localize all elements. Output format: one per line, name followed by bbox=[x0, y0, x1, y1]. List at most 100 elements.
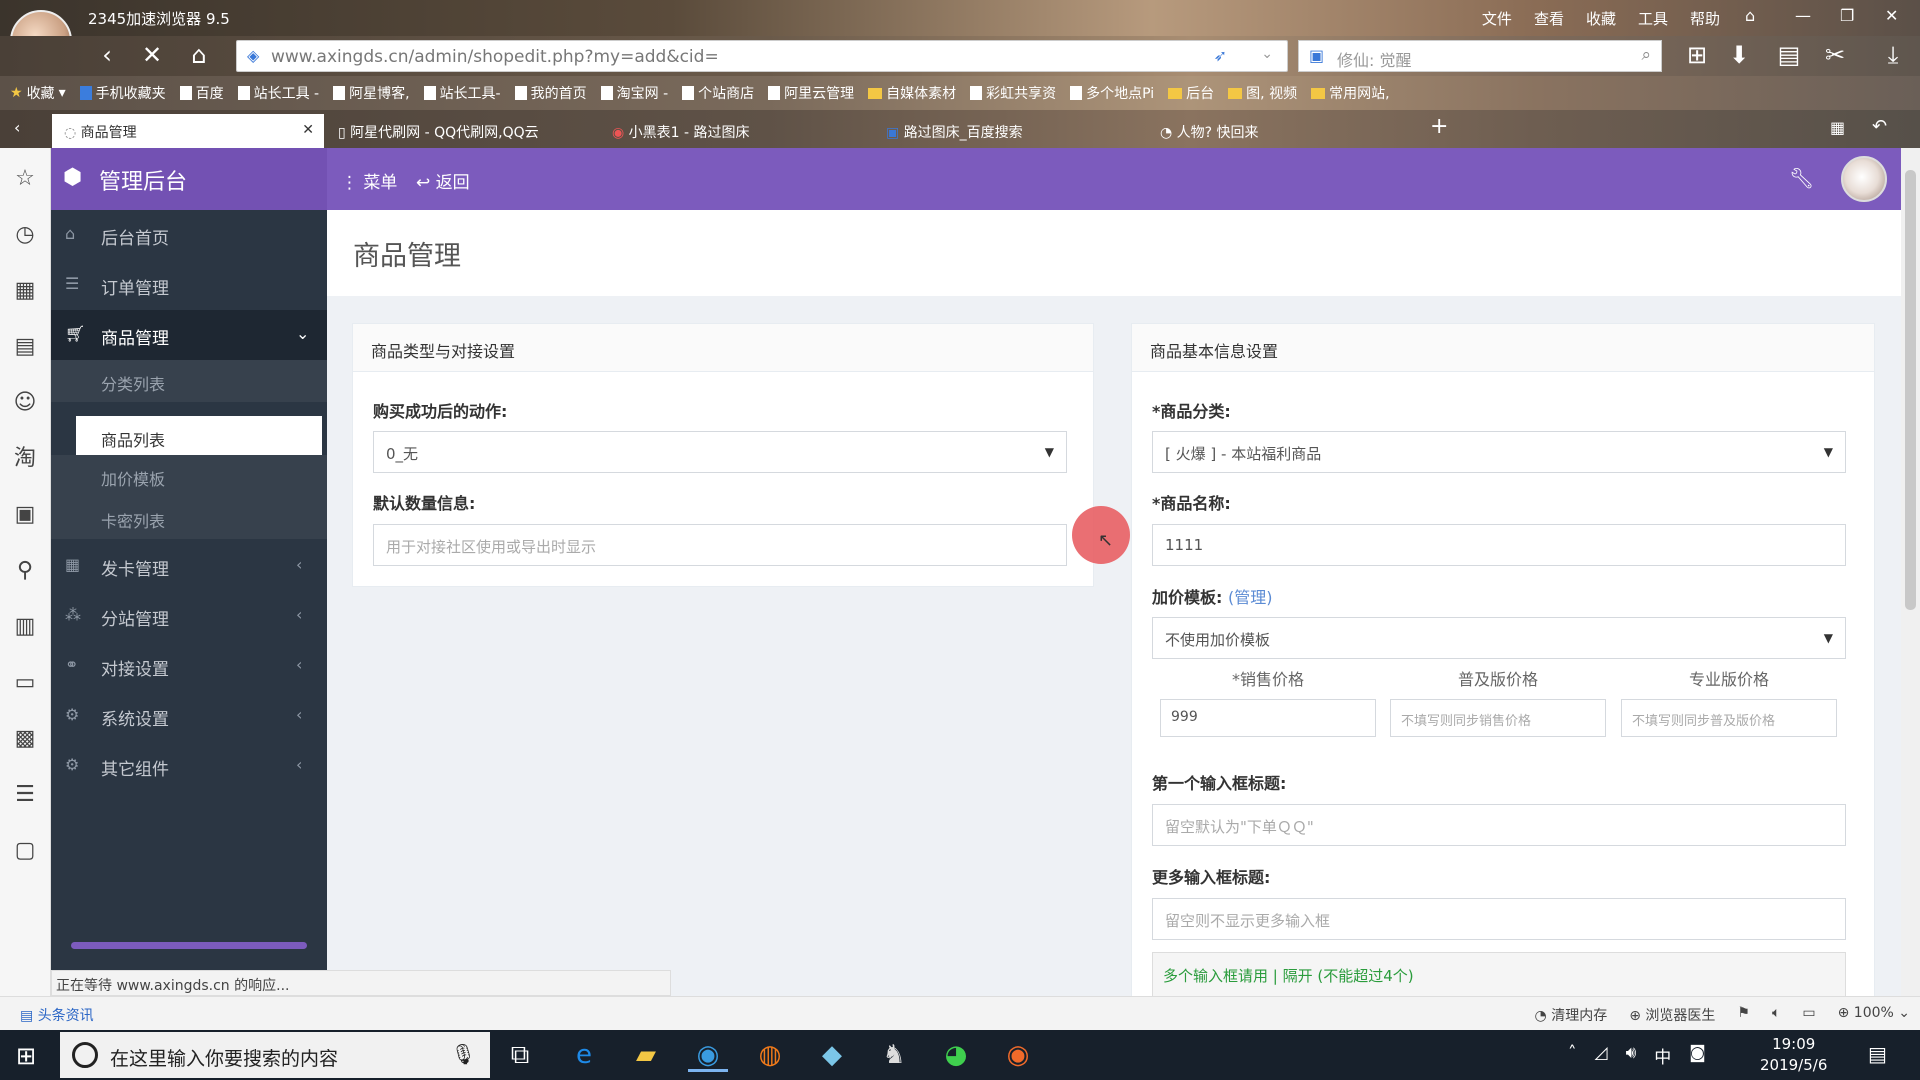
sidebar-sub-categories[interactable]: 分类列表 bbox=[51, 360, 327, 402]
address-bar[interactable]: ◈ www.axingds.cn/admin/shopedit.php?my=a… bbox=[236, 40, 1288, 72]
bookmark-item[interactable]: 阿星博客, bbox=[333, 83, 410, 103]
sidebar-sub-cards[interactable]: 卡密列表 bbox=[51, 497, 327, 539]
sidebar-item-substations[interactable]: ⁂ 分站管理 ‹ bbox=[51, 591, 327, 641]
scissors-icon[interactable]: ✂ bbox=[1818, 40, 1852, 72]
tab[interactable]: ◔ 人物? 快回来 bbox=[1148, 114, 1420, 148]
calculator-icon[interactable]: ▩ bbox=[10, 724, 40, 754]
bookmark-folder[interactable]: 常用网站, bbox=[1311, 83, 1390, 103]
undo-close-icon[interactable]: ↶ bbox=[1872, 116, 1887, 137]
history-icon[interactable]: ◷ bbox=[10, 220, 40, 250]
name-input[interactable]: 1111 bbox=[1152, 524, 1846, 566]
bookmark-item[interactable]: 阿里云管理 bbox=[768, 83, 854, 103]
monitor-icon[interactable]: ▭ bbox=[10, 668, 40, 698]
menu-button[interactable]: ⋮ 菜单 bbox=[341, 168, 397, 193]
minimize-icon[interactable]: — bbox=[1795, 6, 1811, 25]
bookmark-folder[interactable]: 自媒体素材 bbox=[868, 83, 956, 103]
close-window-icon[interactable]: ✕ bbox=[1885, 6, 1898, 25]
chat-icon[interactable]: ☺ bbox=[10, 388, 40, 418]
action-select[interactable]: 0_无 ▼ bbox=[373, 431, 1067, 473]
clean-memory-button[interactable]: ◔ 清理内存 bbox=[1535, 1005, 1608, 1025]
app-tablet-icon[interactable]: ◆ bbox=[812, 1038, 852, 1072]
screen-icon[interactable]: ▭ bbox=[1802, 1005, 1815, 1025]
chevron-up-icon[interactable]: ˄ bbox=[1568, 1043, 1577, 1068]
gamepad-icon[interactable]: ⚲ bbox=[10, 556, 40, 586]
app-recorder-icon[interactable]: ◉ bbox=[998, 1038, 1038, 1072]
download-arrow-icon[interactable]: ⬇ bbox=[1722, 40, 1756, 72]
bookmark-folder[interactable]: 后台 bbox=[1168, 83, 1214, 103]
pro-price-input[interactable]: 不填写则同步普及版价格 bbox=[1621, 699, 1837, 737]
wechat-icon[interactable]: ◕ bbox=[936, 1038, 976, 1072]
browser-doctor-button[interactable]: ⊕ 浏览器医生 bbox=[1629, 1005, 1715, 1025]
volume-icon[interactable]: 🔈︎ bbox=[1772, 1005, 1780, 1025]
tab[interactable]: ▯ 阿星代刷网 - QQ代刷网,QQ云 bbox=[326, 114, 598, 148]
clock[interactable]: 19:09 2019/5/6 bbox=[1760, 1034, 1827, 1076]
sidebar-sub-products[interactable]: 商品列表 bbox=[76, 416, 322, 456]
bookmark-item[interactable]: 个站商店 bbox=[682, 83, 754, 103]
search-box[interactable]: ▣ 修仙: 觉醒 ⌕ bbox=[1298, 40, 1662, 72]
bookmark-folder[interactable]: 图, 视频 bbox=[1228, 83, 1297, 103]
home-icon[interactable]: ⌂ bbox=[182, 40, 216, 72]
windows-start-icon[interactable]: ⊞ bbox=[16, 1042, 36, 1070]
bookmark-favorites[interactable]: ★ 收藏 ▾ bbox=[10, 83, 66, 103]
task-view-icon[interactable]: ⧉ bbox=[500, 1038, 540, 1072]
menu-tools[interactable]: 工具 bbox=[1638, 8, 1668, 29]
taobao-icon[interactable]: 淘 bbox=[10, 444, 40, 474]
tab-list-icon[interactable]: ▦ bbox=[1830, 118, 1845, 137]
video-icon[interactable]: ▥ bbox=[10, 612, 40, 642]
back-button[interactable]: ↩ 返回 bbox=[416, 168, 470, 193]
file-explorer-icon[interactable]: ▰ bbox=[626, 1038, 666, 1072]
scrollbar-thumb[interactable] bbox=[1905, 170, 1916, 610]
sidebar-item-orders[interactable]: ☰ 订单管理 bbox=[51, 260, 327, 310]
edge-icon[interactable]: e bbox=[564, 1038, 604, 1072]
chevron-down-icon[interactable]: ⌄ bbox=[1261, 46, 1273, 62]
news-button[interactable]: ▤ 头条资讯 bbox=[20, 1005, 94, 1025]
reader-icon[interactable]: ▤ bbox=[1772, 40, 1806, 72]
sidebar-item-system[interactable]: ⚙ 系统设置 ‹ bbox=[51, 691, 327, 741]
downloads-icon[interactable]: ⤓ bbox=[1876, 40, 1910, 72]
tab[interactable]: ▣ 路过图床_百度搜索 bbox=[874, 114, 1146, 148]
markup-manage-link[interactable]: (管理) bbox=[1228, 588, 1273, 607]
menu-file[interactable]: 文件 bbox=[1482, 8, 1512, 29]
wrench-icon[interactable]: 🔧︎ bbox=[1789, 166, 1814, 190]
ime-indicator[interactable]: 中 bbox=[1654, 1043, 1671, 1068]
sidebar-item-docking[interactable]: ⚭ 对接设置 ‹ bbox=[51, 641, 327, 691]
speed-icon[interactable]: ➶ bbox=[1214, 46, 1227, 65]
tab-scroll-left-icon[interactable]: ‹ bbox=[14, 118, 20, 137]
bookmark-item[interactable]: 站长工具 - bbox=[237, 83, 319, 103]
tab[interactable]: ◉ 小黑表1 - 路过图床 bbox=[600, 114, 872, 148]
menu-favorites[interactable]: 收藏 bbox=[1586, 8, 1616, 29]
sidebar-item-components[interactable]: ⚙ 其它组件 ‹ bbox=[51, 741, 327, 791]
category-select[interactable]: [ 火爆 ] - 本站福利商品 ▼ bbox=[1152, 431, 1846, 473]
page-scrollbar[interactable] bbox=[1901, 148, 1920, 996]
sidebar-item-products[interactable]: 🛒︎ 商品管理 ⌄ bbox=[51, 310, 327, 360]
bookmark-item[interactable]: 百度 bbox=[179, 83, 224, 103]
admin-avatar[interactable] bbox=[1841, 156, 1887, 202]
search-icon[interactable]: ⌕ bbox=[1641, 45, 1651, 65]
firefox-icon[interactable]: ◍ bbox=[750, 1038, 790, 1072]
taskbar-search[interactable]: 在这里输入你要搜索的内容 🎙︎ bbox=[60, 1032, 490, 1078]
bookmark-item[interactable]: 手机收藏夹 bbox=[79, 83, 166, 103]
star-icon[interactable]: ☆ bbox=[10, 164, 40, 194]
more-input-field[interactable]: 留空则不显示更多输入框 bbox=[1152, 898, 1846, 940]
apps-icon[interactable]: ⊞ bbox=[1680, 40, 1714, 72]
markup-select[interactable]: 不使用加价模板 ▼ bbox=[1152, 617, 1846, 659]
bookmark-item[interactable]: 多个地点Pi bbox=[1070, 83, 1154, 103]
bookmark-item[interactable]: 我的首页 bbox=[514, 83, 587, 103]
desktop-icon[interactable]: ▢ bbox=[10, 836, 40, 866]
bookmark-item[interactable]: 淘宝网 - bbox=[600, 83, 668, 103]
qty-input[interactable]: 用于对接社区使用或导出时显示 bbox=[373, 524, 1067, 566]
sale-price-input[interactable]: 999 bbox=[1160, 699, 1376, 737]
first-input-field[interactable]: 留空默认为"下单ＱＱ" bbox=[1152, 804, 1846, 846]
notification-icon[interactable]: ▤ bbox=[1868, 1042, 1887, 1066]
stop-icon[interactable]: ✕ bbox=[135, 40, 169, 72]
new-tab-icon[interactable]: + bbox=[1430, 114, 1448, 139]
volume-icon[interactable]: 🔊︎ bbox=[1626, 1043, 1637, 1068]
bookmark-item[interactable]: 站长工具- bbox=[423, 83, 501, 103]
sidebar-item-cards[interactable]: ▦ 发卡管理 ‹ bbox=[51, 541, 327, 591]
flag-icon[interactable]: ⚑ bbox=[1737, 1005, 1750, 1025]
app-game-icon[interactable]: ♞ bbox=[874, 1038, 914, 1072]
browser-2345-icon[interactable]: ◉ bbox=[688, 1038, 728, 1072]
list-icon[interactable]: ☰ bbox=[10, 780, 40, 810]
app-5-icon[interactable]: ▣ bbox=[10, 500, 40, 530]
sidebar-scrollbar[interactable] bbox=[71, 942, 307, 949]
